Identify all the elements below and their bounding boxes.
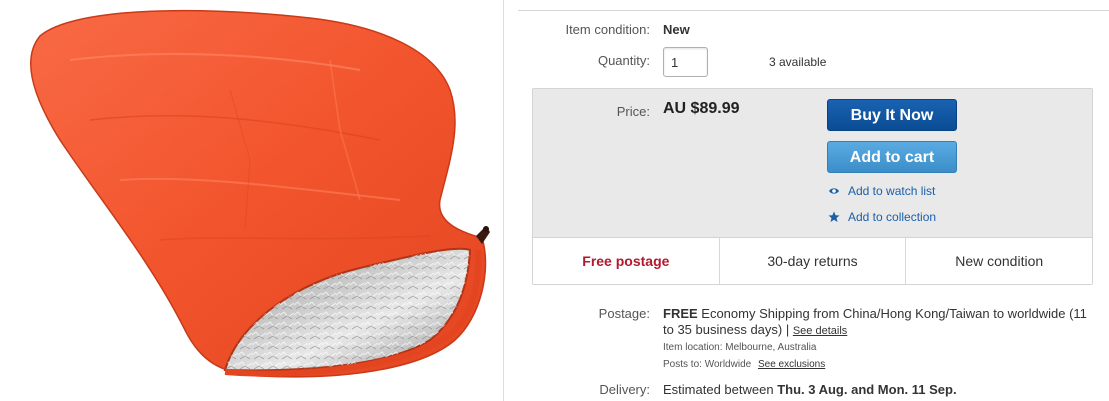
quantity-input[interactable]: [663, 47, 708, 77]
star-icon: [828, 211, 840, 223]
quantity-label: Quantity:: [597, 53, 650, 68]
price-value: AU $89.99: [663, 100, 740, 117]
posts-to-label: Posts to:: [663, 359, 702, 370]
postage-line-2: to 35 business days) |: [663, 322, 793, 337]
price-label: Price:: [616, 104, 650, 119]
see-details-link[interactable]: See details: [793, 325, 847, 337]
item-location-value: Melbourne, Australia: [725, 342, 817, 353]
item-location-row: Item location: Melbourne, Australia: [663, 342, 816, 353]
add-to-cart-button[interactable]: Add to cart: [827, 141, 957, 173]
free-postage-badge: Free postage: [533, 238, 720, 284]
new-condition-badge: New condition: [955, 253, 1044, 269]
postage-label: Postage:: [598, 306, 650, 321]
delivery-estimate: Estimated between Thu. 3 Aug. and Mon. 1…: [663, 382, 957, 397]
watch-list-label: Add to watch list: [848, 184, 936, 198]
buy-it-now-button[interactable]: Buy It Now: [827, 99, 957, 131]
collection-label: Add to collection: [848, 210, 937, 224]
product-image[interactable]: [0, 0, 503, 401]
posts-to-row: Posts to: Worldwide See exclusions: [663, 359, 825, 370]
top-divider: [518, 10, 1109, 11]
item-condition-value: New: [663, 22, 690, 37]
delivery-dates: Thu. 3 Aug. and Mon. 11 Sep.: [777, 382, 957, 397]
postage-free: FREE: [663, 306, 698, 321]
postage-details: FREE Economy Shipping from China/Hong Ko…: [663, 306, 1093, 339]
returns-badge: 30-day returns: [720, 238, 907, 284]
postage-line-1: Economy Shipping from China/Hong Kong/Ta…: [697, 306, 1087, 321]
listing-details: Item condition: New Quantity: 3 availabl…: [504, 0, 1109, 401]
eye-icon: [828, 185, 840, 197]
item-condition-label: Item condition:: [565, 22, 650, 37]
add-to-watch-list-link[interactable]: Add to watch list: [828, 184, 935, 198]
quantity-available: 3 available: [769, 55, 827, 69]
badges-row: Free postage 30-day returns New conditio…: [533, 237, 1092, 284]
add-to-collection-link[interactable]: Add to collection: [828, 210, 936, 224]
delivery-prefix: Estimated between: [663, 382, 778, 397]
posts-to-value: Worldwide: [704, 359, 752, 370]
see-exclusions-link[interactable]: See exclusions: [758, 359, 825, 370]
item-location-label: Item location:: [663, 342, 723, 353]
delivery-label: Delivery:: [599, 382, 650, 397]
